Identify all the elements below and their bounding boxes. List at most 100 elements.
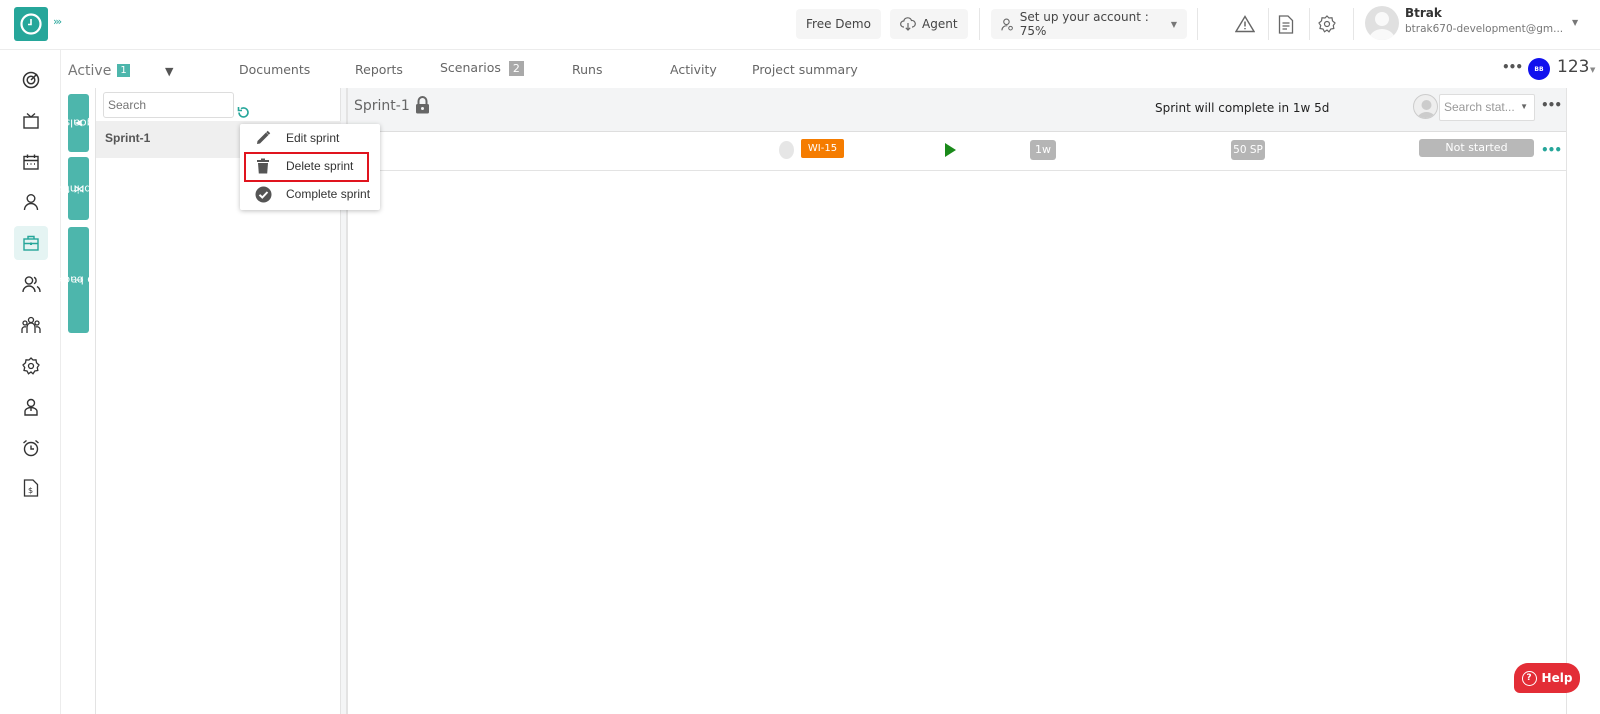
briefcase-icon xyxy=(23,235,39,251)
user-profile-icon xyxy=(24,398,38,416)
delete-sprint-label: Delete sprint xyxy=(286,159,354,173)
go-to-backlog-pill[interactable]: Go to backlog ↩ xyxy=(40,227,117,333)
sprint-detail-header: Sprint-1 Sprint will complete in 1w 5d S… xyxy=(348,88,1567,132)
nav-target[interactable] xyxy=(14,63,48,97)
check-circle-icon xyxy=(254,185,272,203)
sprint-context-menu: Edit sprint Delete sprint Complete sprin… xyxy=(240,124,380,210)
nav-alarm[interactable] xyxy=(14,431,48,465)
tab-label: Reports xyxy=(355,62,403,77)
project-chevron-down-icon[interactable]: ▼ xyxy=(1590,66,1595,74)
tab-documents[interactable]: Documents xyxy=(239,62,310,77)
tab-project-summary[interactable]: Project summary xyxy=(752,62,858,77)
user-avatar[interactable] xyxy=(1365,6,1399,40)
goals-pill[interactable]: goals ➤ xyxy=(64,94,93,152)
pencil-icon xyxy=(254,129,272,147)
agent-label: Agent xyxy=(922,17,958,31)
tab-reports[interactable]: Reports xyxy=(355,62,403,77)
setup-account-label: Set up your account : 75% xyxy=(1019,10,1149,38)
status-search-dropdown[interactable]: Search stat... ▼ xyxy=(1439,94,1535,121)
question-icon: ? xyxy=(1521,670,1537,686)
calendar-icon xyxy=(23,154,39,170)
project-avatar[interactable]: BB xyxy=(1528,58,1550,80)
work-item-id-badge[interactable]: WI-15 xyxy=(801,139,844,158)
expand-sidebar-icon[interactable]: ››› xyxy=(53,15,62,28)
complete-sprint-label: Complete sprint xyxy=(286,187,371,201)
scenarios-count-badge: 2 xyxy=(508,61,524,76)
free-demo-button[interactable]: Free Demo xyxy=(796,9,881,39)
edit-sprint-menu-item[interactable]: Edit sprint xyxy=(240,124,380,152)
work-item-row[interactable]: WI-15 1w 50 SP Not started ••• xyxy=(348,133,1567,171)
divider xyxy=(979,8,980,40)
play-icon[interactable] xyxy=(945,143,956,157)
left-navigation: $ xyxy=(0,50,61,714)
agent-button[interactable]: Agent xyxy=(890,9,968,39)
warning-icon[interactable] xyxy=(1234,13,1256,35)
sprints-pill[interactable]: Sprints ⋈ xyxy=(59,157,98,220)
project-name[interactable]: 123 xyxy=(1557,57,1589,77)
app-logo[interactable] xyxy=(14,7,48,41)
nav-invoice[interactable]: $ xyxy=(14,471,48,505)
help-button[interactable]: ? Help xyxy=(1514,663,1580,693)
svg-text:$: $ xyxy=(28,486,33,495)
user-email: btrak670-development@gm... xyxy=(1405,23,1564,35)
sprint-name: Sprint-1 xyxy=(105,131,151,145)
active-filter-dropdown[interactable]: Active 1 xyxy=(68,63,130,79)
document-icon[interactable] xyxy=(1275,13,1297,35)
target-icon xyxy=(22,71,40,89)
tab-label: Documents xyxy=(239,62,311,77)
tab-label: Activity xyxy=(670,62,717,77)
nav-profile[interactable] xyxy=(14,390,48,424)
nav-tv[interactable] xyxy=(14,104,48,138)
sprint-icon: ⋈ xyxy=(73,182,84,195)
top-bar: ››› Free Demo Agent Set up your account … xyxy=(0,0,1600,50)
active-count-badge: 1 xyxy=(117,64,130,77)
settings-icon xyxy=(22,357,40,375)
delete-sprint-menu-item[interactable]: Delete sprint xyxy=(240,152,380,180)
sprint-search-input[interactable] xyxy=(103,92,234,118)
project-more-icon[interactable]: ••• xyxy=(1502,60,1523,74)
divider xyxy=(1268,8,1269,40)
tab-label: Scenarios xyxy=(440,60,501,75)
setup-account-button[interactable]: Set up your account : 75% ▼ xyxy=(991,9,1187,39)
complete-sprint-menu-item[interactable]: Complete sprint xyxy=(240,180,380,208)
divider xyxy=(1309,8,1310,40)
nav-user[interactable] xyxy=(14,185,48,219)
sprint-title: Sprint-1 xyxy=(354,98,410,114)
invoice-icon: $ xyxy=(23,479,39,497)
users-icon xyxy=(21,276,41,293)
assignee-filter-avatar[interactable] xyxy=(1413,94,1438,119)
active-filter-chevron-icon[interactable]: ▼ xyxy=(165,65,173,78)
user-icon xyxy=(23,194,39,211)
tab-activity[interactable]: Activity xyxy=(670,62,717,77)
tab-label: Runs xyxy=(572,62,603,77)
trash-icon xyxy=(254,157,272,175)
nav-calendar[interactable] xyxy=(14,145,48,179)
divider xyxy=(1197,8,1198,40)
nav-team[interactable] xyxy=(14,308,48,342)
sprint-more-options-icon[interactable]: ••• xyxy=(1541,98,1562,112)
assignee-avatar[interactable] xyxy=(779,141,794,159)
user-menu-chevron-icon[interactable]: ▼ xyxy=(1572,18,1578,27)
help-label: Help xyxy=(1541,671,1573,685)
free-demo-label: Free Demo xyxy=(806,17,871,31)
divider xyxy=(1353,8,1354,40)
arrow-return-icon: ↩ xyxy=(73,273,84,287)
lock-icon xyxy=(415,96,430,118)
cloud-download-icon xyxy=(900,17,916,31)
settings-icon[interactable] xyxy=(1316,13,1338,35)
tab-scenarios[interactable]: Scenarios 2 xyxy=(440,60,524,76)
story-points-badge: 50 SP xyxy=(1231,140,1265,160)
status-badge[interactable]: Not started xyxy=(1419,139,1534,157)
tv-icon xyxy=(23,113,39,129)
active-filter-label: Active xyxy=(68,63,112,79)
tab-runs[interactable]: Runs xyxy=(572,62,602,77)
row-more-options-icon[interactable]: ••• xyxy=(1541,143,1562,157)
tab-label: Project summary xyxy=(752,62,858,77)
estimate-badge: 1w xyxy=(1030,140,1056,160)
sprint-detail-panel: Sprint-1 Sprint will complete in 1w 5d S… xyxy=(347,88,1567,714)
status-search-placeholder: Search stat... xyxy=(1444,100,1515,114)
nav-settings[interactable] xyxy=(14,349,48,383)
clock-logo-icon xyxy=(20,13,42,35)
chevron-down-icon: ▼ xyxy=(1520,102,1528,111)
nav-projects[interactable] xyxy=(14,226,48,260)
